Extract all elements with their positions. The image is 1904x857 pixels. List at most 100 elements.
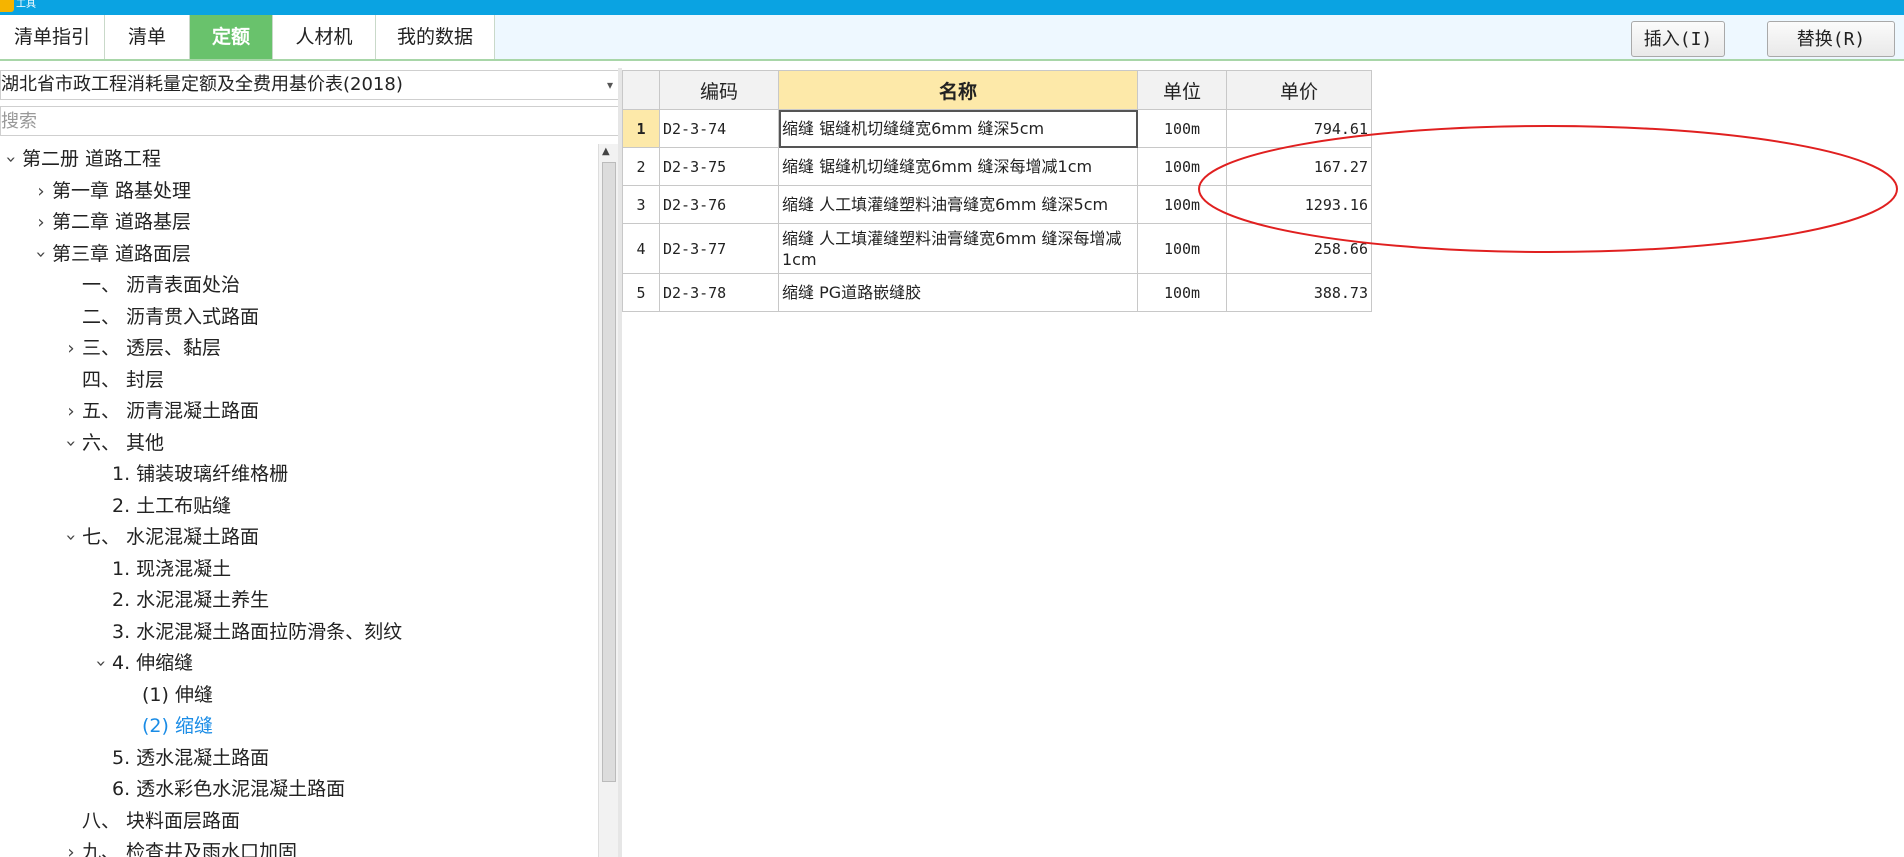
title-bar: 工具 xyxy=(0,0,1904,15)
tree-item[interactable]: ›一、 沥青表面处治 xyxy=(60,270,240,301)
header-rownum xyxy=(622,70,660,110)
header-name[interactable]: 名称 xyxy=(778,70,1138,110)
row-number-cell[interactable]: 4 xyxy=(622,223,660,274)
tree-item-label: 第二章 道路基层 xyxy=(52,211,192,233)
code-cell[interactable]: D2-3-77 xyxy=(659,223,779,274)
library-select[interactable]: 湖北省市政工程消耗量定额及全费用基价表(2018) ▾ xyxy=(0,70,620,100)
tree-item[interactable]: › 九、 检查井及雨水口加固 xyxy=(60,837,297,857)
tree-item-label: 第一章 路基处理 xyxy=(52,179,192,202)
scroll-up-icon[interactable]: ▲ xyxy=(602,146,610,157)
tree-item-label: 2. 土工布贴缝 xyxy=(112,494,232,517)
tree-item-label: 二、 沥青贯入式路面 xyxy=(82,305,260,328)
chevron-down-icon[interactable]: › xyxy=(56,432,87,454)
quota-list-panel: 编码 名称 单位 单价 1 D2-3-74 缩缝 锯缝机切缝缝宽6mm 缝深5cm 1… xyxy=(622,68,1904,857)
tree-item-label: 5. 透水混凝土路面 xyxy=(112,746,270,769)
tree-item[interactable]: › 三、 透层、黏层 xyxy=(60,333,221,364)
tree-item-label: 八、 块料面层路面 xyxy=(82,809,241,832)
tree-item[interactable]: ›5. 透水混凝土路面 xyxy=(90,743,269,774)
scrollbar-thumb[interactable] xyxy=(602,162,616,782)
chapter-tree: ›第二册 道路工程›第一章 路基处理›第二章 道路基层›第三章 道路面层›一、 … xyxy=(0,144,598,857)
row-number-cell[interactable]: 3 xyxy=(622,185,660,224)
replace-button[interactable]: 替换(R) xyxy=(1767,21,1895,57)
chevron-down-icon[interactable]: › xyxy=(86,653,117,675)
tree-item[interactable]: ›二、 沥青贯入式路面 xyxy=(60,302,259,333)
library-select-value: 湖北省市政工程消耗量定额及全费用基价表(2018) xyxy=(1,74,403,95)
name-cell[interactable]: 缩缝 锯缝机切缝缝宽6mm 缝深5cm xyxy=(778,109,1138,148)
tree-item[interactable]: ›第三章 道路面层 xyxy=(30,239,192,270)
chevron-down-icon[interactable]: › xyxy=(56,527,87,549)
chevron-right-icon[interactable]: › xyxy=(60,333,82,364)
name-cell[interactable]: 缩缝 锯缝机切缝缝宽6mm 缝深每增减1cm xyxy=(778,147,1138,186)
tree-item[interactable]: ›八、 块料面层路面 xyxy=(60,806,240,837)
tree-item[interactable]: ›2. 土工布贴缝 xyxy=(90,491,231,522)
tree-item-label: 六、 其他 xyxy=(82,431,165,454)
table-header-row: 编码 名称 单位 单价 xyxy=(622,70,1372,110)
tree-item[interactable]: › 五、 沥青混凝土路面 xyxy=(60,396,259,427)
name-cell[interactable]: 缩缝 人工填灌缝塑料油膏缝宽6mm 缝深5cm xyxy=(778,185,1138,224)
chevron-right-icon[interactable]: › xyxy=(60,837,82,857)
chevron-right-icon[interactable]: › xyxy=(30,176,52,207)
tree-item-label: (2) 缩缝 xyxy=(142,715,213,737)
header-price[interactable]: 单价 xyxy=(1226,70,1372,110)
tree-item[interactable]: ›1. 铺装玻璃纤维格栅 xyxy=(90,459,288,490)
table-row[interactable]: 5 D2-3-78 缩缝 PG道路嵌缝胶 100m 388.73 xyxy=(622,273,1372,312)
tree-item[interactable]: ›4. 伸缩缝 xyxy=(90,648,194,679)
tree-item[interactable]: ›6. 透水彩色水泥混凝土路面 xyxy=(90,774,345,805)
chevron-down-icon[interactable]: ▾ xyxy=(607,71,613,99)
name-cell[interactable]: 缩缝 PG道路嵌缝胶 xyxy=(778,273,1138,312)
tree-item[interactable]: ›1. 现浇混凝土 xyxy=(90,554,231,585)
header-unit[interactable]: 单位 xyxy=(1137,70,1227,110)
tree-item[interactable]: ›(1) 伸缝 xyxy=(120,680,213,711)
tree-item[interactable]: ›3. 水泥混凝土路面拉防滑条、刻纹 xyxy=(90,617,402,648)
chevron-right-icon[interactable]: › xyxy=(60,396,82,427)
row-number-cell[interactable]: 1 xyxy=(622,109,660,148)
tree-item-label: 6. 透水彩色水泥混凝土路面 xyxy=(112,778,346,800)
quota-library-panel: 湖北省市政工程消耗量定额及全费用基价表(2018) ▾ ›第二册 道路工程›第一… xyxy=(0,68,620,857)
chevron-down-icon[interactable]: › xyxy=(0,149,27,171)
tree-item-label: 2. 水泥混凝土养生 xyxy=(112,589,270,611)
tree-item[interactable]: ›(2) 缩缝 xyxy=(120,711,213,742)
tree-item-label: 三、 透层、黏层 xyxy=(82,337,222,359)
tree-item-label: 一、 沥青表面处治 xyxy=(82,274,241,296)
code-cell[interactable]: D2-3-75 xyxy=(659,147,779,186)
unit-cell[interactable]: 100m xyxy=(1137,273,1227,312)
row-number-cell[interactable]: 5 xyxy=(622,273,660,312)
tab-labor-material-machine[interactable]: 人材机 xyxy=(273,15,376,59)
name-cell[interactable]: 缩缝 人工填灌缝塑料油膏缝宽6mm 缝深每增减1cm xyxy=(778,223,1138,274)
annotation-ellipse xyxy=(1198,125,1898,253)
tab-bill[interactable]: 清单 xyxy=(105,15,190,59)
tree-item-label: 四、 封层 xyxy=(82,368,165,391)
tab-quota[interactable]: 定额 xyxy=(190,15,273,59)
app-logo-icon xyxy=(0,0,14,12)
chevron-down-icon[interactable]: › xyxy=(26,243,57,265)
tree-item-label: 1. 铺装玻璃纤维格栅 xyxy=(112,463,289,485)
tree-item[interactable]: ›四、 封层 xyxy=(60,365,164,396)
tree-item-label: 4. 伸缩缝 xyxy=(112,652,194,674)
tree-item[interactable]: ›七、 水泥混凝土路面 xyxy=(60,522,260,553)
tree-item-label: 第二册 道路工程 xyxy=(22,148,162,170)
search-input[interactable] xyxy=(0,106,620,136)
tab-my-data[interactable]: 我的数据 xyxy=(376,15,495,59)
tree-item-label: 五、 沥青混凝土路面 xyxy=(82,400,260,422)
tree-item[interactable]: › 第一章 路基处理 xyxy=(30,176,191,207)
code-cell[interactable]: D2-3-78 xyxy=(659,273,779,312)
code-cell[interactable]: D2-3-74 xyxy=(659,109,779,148)
header-code[interactable]: 编码 xyxy=(659,70,779,110)
tree-scrollbar[interactable]: ▲ xyxy=(598,144,619,857)
tree-item[interactable]: › 第二章 道路基层 xyxy=(30,207,191,238)
price-cell[interactable]: 388.73 xyxy=(1226,273,1372,312)
insert-button[interactable]: 插入(I) xyxy=(1631,21,1725,57)
chevron-right-icon[interactable]: › xyxy=(30,207,52,238)
toolbar: 清单指引 清单 定额 人材机 我的数据 插入(I) 替换(R) xyxy=(0,15,1904,61)
code-cell[interactable]: D2-3-76 xyxy=(659,185,779,224)
tree-item-label: 3. 水泥混凝土路面拉防滑条、刻纹 xyxy=(112,620,403,643)
tree-item[interactable]: ›六、 其他 xyxy=(60,428,165,459)
annotation-ellipse-stroke xyxy=(1198,125,1898,253)
tree-item[interactable]: ›2. 水泥混凝土养生 xyxy=(90,585,269,616)
tree-item-label: 七、 水泥混凝土路面 xyxy=(82,526,260,548)
tab-bill-guide[interactable]: 清单指引 xyxy=(0,15,105,59)
window-title: 工具 xyxy=(16,0,36,10)
tree-item[interactable]: ›第二册 道路工程 xyxy=(0,144,162,175)
row-number-cell[interactable]: 2 xyxy=(622,147,660,186)
tree-item-label: 九、 检查井及雨水口加固 xyxy=(82,841,298,857)
